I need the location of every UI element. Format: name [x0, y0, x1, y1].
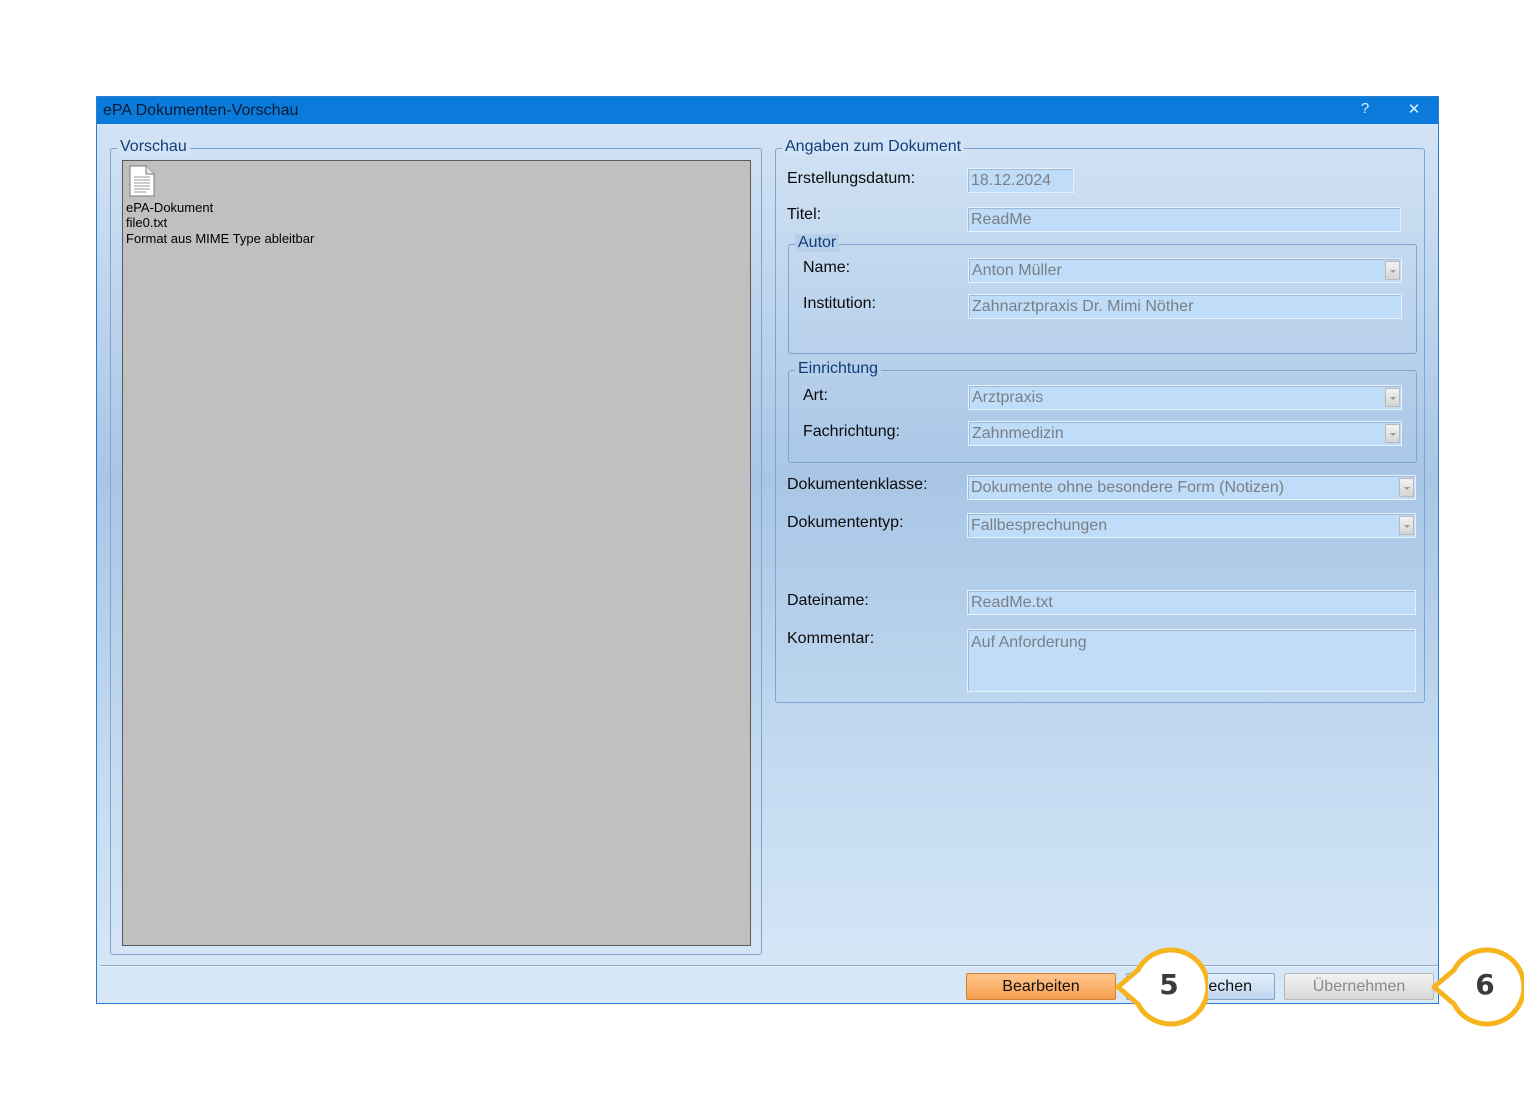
institution-field[interactable]: Zahnarztpraxis Dr. Mimi Nöther: [968, 294, 1402, 319]
institution-label: Institution:: [803, 295, 876, 312]
author-name-dropdown[interactable]: Anton Müller: [968, 258, 1402, 283]
edit-button[interactable]: Bearbeiten: [966, 973, 1116, 1000]
facility-type-value: Arztpraxis: [972, 389, 1044, 406]
details-legend: Angaben zum Dokument: [782, 138, 965, 156]
callout-6: 6: [1424, 946, 1527, 1028]
preview-area[interactable]: ePA-Dokument file0.txt Format aus MIME T…: [122, 160, 751, 946]
chevron-down-icon[interactable]: [1399, 516, 1414, 535]
text-file-icon: [129, 165, 155, 197]
chevron-down-icon[interactable]: [1385, 424, 1400, 443]
chevron-down-icon[interactable]: [1385, 261, 1400, 280]
author-name-label: Name:: [803, 259, 851, 276]
preview-file-name: file0.txt: [126, 215, 168, 230]
author-name-value: Anton Müller: [972, 262, 1062, 279]
chevron-down-icon[interactable]: [1385, 388, 1400, 407]
preview-format-note: Format aus MIME Type ableitbar: [126, 231, 315, 246]
document-type-dropdown[interactable]: Fallbesprechungen: [967, 513, 1416, 538]
specialty-value: Zahnmedizin: [972, 425, 1064, 442]
document-class-dropdown[interactable]: Dokumente ohne besondere Form (Notizen): [967, 475, 1416, 500]
preview-group: Vorschau ePA-Dokument file0.txt Format a…: [110, 138, 762, 955]
document-type-label: Dokumententyp:: [787, 514, 904, 531]
chevron-down-icon[interactable]: [1399, 478, 1414, 497]
preview-doc-type: ePA-Dokument: [126, 200, 214, 215]
title-label: Titel:: [787, 206, 822, 223]
title-field[interactable]: ReadMe: [967, 207, 1401, 232]
dialog-window: ePA Dokumenten-Vorschau ? ✕ Vorschau ePA…: [96, 96, 1439, 1004]
preview-legend: Vorschau: [117, 138, 190, 156]
comment-label: Kommentar:: [787, 630, 875, 647]
footer-separator: [101, 965, 1438, 967]
specialty-dropdown[interactable]: Zahnmedizin: [968, 421, 1402, 446]
help-icon[interactable]: ?: [1350, 100, 1380, 117]
document-type-value: Fallbesprechungen: [971, 517, 1108, 534]
close-icon[interactable]: ✕: [1399, 100, 1429, 118]
title-bar[interactable]: ePA Dokumenten-Vorschau ? ✕: [97, 97, 1438, 124]
document-details-group: Angaben zum Dokument Erstellungsdatum: 1…: [775, 138, 1425, 703]
document-class-label: Dokumentenklasse:: [787, 476, 928, 493]
facility-legend: Einrichtung: [795, 360, 882, 378]
file-name-label: Dateiname:: [787, 592, 869, 609]
facility-type-dropdown[interactable]: Arztpraxis: [968, 385, 1402, 410]
document-class-value: Dokumente ohne besondere Form (Notizen): [971, 479, 1285, 496]
specialty-label: Fachrichtung:: [803, 423, 900, 440]
window-title: ePA Dokumenten-Vorschau: [103, 102, 299, 119]
facility-type-label: Art:: [803, 387, 828, 404]
callout-5: 5: [1108, 946, 1211, 1028]
facility-group: Einrichtung Art: Arztpraxis Fachrichtung…: [788, 360, 1417, 463]
comment-field[interactable]: Auf Anforderung: [967, 629, 1416, 692]
creation-date-label: Erstellungsdatum:: [787, 170, 916, 187]
apply-button[interactable]: Übernehmen: [1284, 973, 1434, 1000]
creation-date-field[interactable]: 18.12.2024: [967, 168, 1074, 193]
file-name-field[interactable]: ReadMe.txt: [967, 590, 1416, 615]
author-group: Autor Name: Anton Müller Institution: Za…: [788, 234, 1417, 354]
callout-6-number: 6: [1475, 968, 1495, 1001]
author-legend: Autor: [795, 234, 840, 252]
callout-5-number: 5: [1159, 968, 1179, 1001]
